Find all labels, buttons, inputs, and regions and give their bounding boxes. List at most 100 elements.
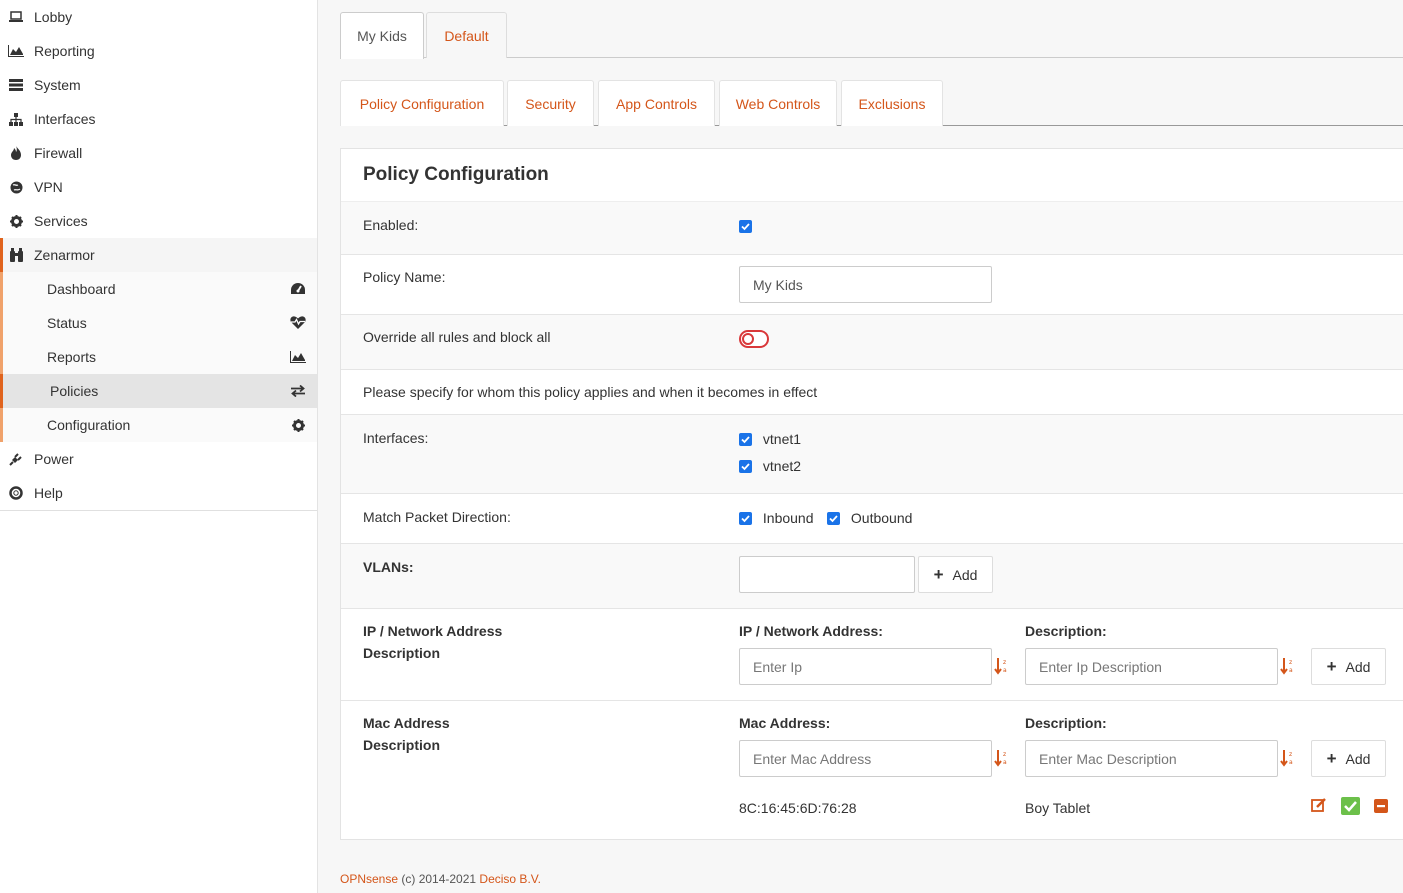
tab-label: Security <box>525 95 576 112</box>
sidebar-subitem-policies[interactable]: Policies <box>0 374 317 408</box>
cog-icon <box>8 213 24 229</box>
server-icon <box>8 77 24 93</box>
sidebar-item-services[interactable]: Services <box>0 204 317 238</box>
area-chart-icon <box>289 349 307 365</box>
sidebar-item-label: Services <box>34 213 88 229</box>
sort-icon[interactable]: za <box>1280 749 1296 767</box>
direction-label: Match Packet Direction: <box>363 509 511 525</box>
enabled-checkbox[interactable] <box>739 217 752 233</box>
footer-brand-link[interactable]: OPNsense <box>340 872 398 886</box>
mac-section-label: Mac Address Description <box>363 715 450 753</box>
footer-copyright: (c) 2014-2021 <box>398 872 480 886</box>
inbound-checkbox[interactable]: Inbound <box>739 509 814 526</box>
sidebar-item-zenarmor[interactable]: Zenarmor <box>0 238 317 272</box>
svg-text:a: a <box>1003 667 1007 674</box>
tab-security[interactable]: Security <box>507 80 594 126</box>
sidebar-item-label: Policies <box>50 383 99 399</box>
tab-policy-configuration[interactable]: Policy Configuration <box>340 80 504 126</box>
svg-text:a: a <box>1289 759 1293 766</box>
footer-company-link[interactable]: Deciso B.V. <box>479 872 541 886</box>
mac-column-label: Mac Address: <box>739 715 831 731</box>
sidebar-item-label: Lobby <box>34 9 73 25</box>
confirm-icon[interactable] <box>1341 797 1360 815</box>
enabled-label: Enabled: <box>363 217 419 233</box>
tab-app-controls[interactable]: App Controls <box>598 80 715 126</box>
sidebar-subitem-configuration[interactable]: Configuration <box>3 408 317 442</box>
override-toggle[interactable] <box>739 330 769 348</box>
interface-option-vtnet2[interactable]: vtnet2 <box>739 457 801 474</box>
add-ip-button[interactable]: + Add <box>1311 648 1386 685</box>
sidebar-item-reporting[interactable]: Reporting <box>0 34 317 68</box>
policy-name-input[interactable]: My Kids <box>739 266 992 303</box>
mac-input[interactable]: Enter Mac Address <box>739 740 992 777</box>
button-label: Add <box>1345 658 1371 675</box>
tab-label: Web Controls <box>735 95 821 112</box>
cog-icon <box>289 417 307 433</box>
tab-exclusions[interactable]: Exclusions <box>841 80 943 126</box>
policy-name-row: Policy Name: My Kids <box>341 255 1403 315</box>
ip-input[interactable]: Enter Ip <box>739 648 992 685</box>
tab-label: Default <box>444 27 489 44</box>
laptop-icon <box>8 9 24 25</box>
sidebar-item-interfaces[interactable]: Interfaces <box>0 102 317 136</box>
plus-icon: + <box>1326 656 1337 676</box>
tab-default[interactable]: Default <box>426 12 507 58</box>
sidebar-item-label: Reports <box>47 349 97 365</box>
specify-row: Please specify for whom this policy appl… <box>341 370 1403 415</box>
sidebar-item-label: Reporting <box>34 43 95 59</box>
ip-column-label: IP / Network Address: <box>739 623 883 639</box>
area-chart-icon <box>8 43 24 59</box>
vlans-row: VLANs: + Add <box>341 544 1403 609</box>
add-mac-button[interactable]: + Add <box>1311 740 1386 777</box>
sidebar-item-vpn[interactable]: VPN <box>0 170 317 204</box>
globe-icon <box>8 179 24 195</box>
sidebar-item-label: System <box>34 77 81 93</box>
sort-icon[interactable]: za <box>994 657 1010 675</box>
tab-label: Exclusions <box>858 95 926 112</box>
sidebar-subitem-dashboard[interactable]: Dashboard <box>3 272 317 306</box>
policy-name-label: Policy Name: <box>363 269 446 285</box>
ip-description-input[interactable]: Enter Ip Description <box>1025 648 1278 685</box>
remove-icon[interactable] <box>1374 799 1388 813</box>
svg-text:z: z <box>1289 751 1292 758</box>
main-content: My Kids Default Policy Configuration Sec… <box>318 0 1403 893</box>
plug-icon <box>8 451 24 467</box>
ip-row: IP / Network Address Description IP / Net… <box>341 609 1403 701</box>
sidebar-item-help[interactable]: Help <box>0 476 317 510</box>
svg-text:a: a <box>1289 667 1293 674</box>
sidebar-item-firewall[interactable]: Firewall <box>0 136 317 170</box>
sidebar-item-label: Help <box>34 485 63 501</box>
exchange-icon <box>289 383 307 399</box>
interfaces-row: Interfaces: vtnet1 vtnet2 <box>341 415 1403 494</box>
direction-row: Match Packet Direction: Inbound Outbound <box>341 494 1403 544</box>
panel-title: Policy Configuration <box>341 149 1403 202</box>
sidebar-subitem-status[interactable]: Status <box>3 306 317 340</box>
sidebar-item-system[interactable]: System <box>0 68 317 102</box>
outbound-checkbox[interactable]: Outbound <box>827 509 912 526</box>
sidebar-item-label: Firewall <box>34 145 83 161</box>
tab-label: App Controls <box>616 95 697 112</box>
sidebar-item-power[interactable]: Power <box>0 442 317 476</box>
inbound-label: Inbound <box>762 510 814 527</box>
svg-text:z: z <box>1289 659 1292 666</box>
sort-icon[interactable]: za <box>994 749 1010 767</box>
sort-icon[interactable]: za <box>1280 657 1296 675</box>
tab-my-kids[interactable]: My Kids <box>340 12 424 59</box>
interface-option-vtnet1[interactable]: vtnet1 <box>739 430 801 447</box>
override-label: Override all rules and block all <box>363 329 551 345</box>
sidebar-item-label: Interfaces <box>34 111 96 127</box>
heartbeat-icon <box>289 315 307 331</box>
sidebar-item-lobby[interactable]: Lobby <box>0 0 317 34</box>
tab-label: My Kids <box>357 28 407 44</box>
mac-entry-address: 8C:16:45:6D:76:28 <box>739 800 857 816</box>
edit-icon[interactable] <box>1311 797 1327 813</box>
add-vlan-button[interactable]: + Add <box>918 556 993 593</box>
ip-section-label: IP / Network Address Description <box>363 623 503 661</box>
binoculars-icon <box>8 247 24 263</box>
mac-description-input[interactable]: Enter Mac Description <box>1025 740 1278 777</box>
interfaces-label: Interfaces: <box>363 430 429 446</box>
tab-web-controls[interactable]: Web Controls <box>719 80 837 126</box>
override-row: Override all rules and block all <box>341 315 1403 370</box>
vlan-input[interactable] <box>739 556 915 593</box>
sidebar-subitem-reports[interactable]: Reports <box>3 340 317 374</box>
